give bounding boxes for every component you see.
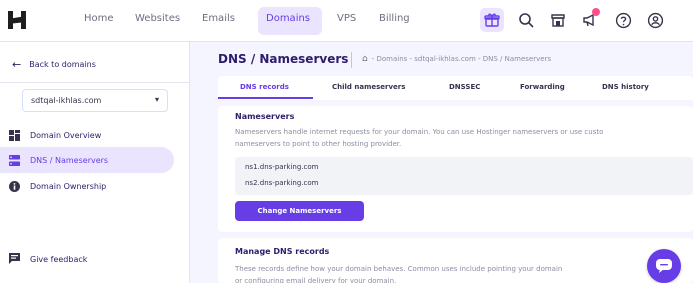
nav-vps[interactable]: VPS — [337, 13, 356, 24]
breadcrumb-text[interactable]: - Domains - sdtqal-ikhlas.com - DNS / Na… — [372, 55, 551, 63]
sidebar-item-label: Domain Overview — [30, 130, 102, 140]
manage-dns-desc-line2: or configuring email delivery for your d… — [235, 277, 397, 283]
manage-dns-desc-line1: These records define how your domain beh… — [235, 265, 563, 273]
change-nameservers-button[interactable]: Change Nameservers — [235, 201, 364, 221]
sidebar-item-domain-ownership[interactable]: Domain Ownership — [0, 173, 174, 199]
account-icon[interactable] — [645, 10, 665, 30]
domain-select-value: sdtqal-ikhlas.com — [31, 96, 102, 105]
feedback-label: Give feedback — [30, 254, 88, 264]
nav-home[interactable]: Home — [84, 13, 114, 24]
back-to-domains-link[interactable]: ← Back to domains — [12, 58, 96, 71]
sidebar-item-label: Domain Ownership — [30, 181, 107, 191]
back-label: Back to domains — [29, 60, 96, 69]
top-navigation: Home Websites Emails Domains VPS Billing — [0, 0, 693, 42]
ownership-icon — [9, 181, 20, 192]
tab-dns-records[interactable]: DNS records — [240, 83, 289, 91]
nav-emails[interactable]: Emails — [202, 13, 235, 24]
gift-icon[interactable] — [482, 10, 502, 30]
sidebar-divider — [0, 82, 190, 83]
nameservers-card: Nameservers Nameservers handle internet … — [218, 106, 693, 232]
nameserver-list: ns1.dns-parking.com ns2.dns-parking.com — [235, 157, 693, 195]
search-icon[interactable] — [516, 10, 536, 30]
chat-button[interactable] — [647, 249, 681, 283]
chevron-down-icon: ▾ — [154, 95, 159, 104]
hostinger-logo[interactable] — [8, 11, 26, 29]
breadcrumb: ⌂ - Domains - sdtqal-ikhlas.com - DNS / … — [362, 54, 551, 64]
main-content: DNS / Nameservers ⌂ - Domains - sdtqal-i… — [191, 42, 693, 283]
tab-dns-history[interactable]: DNS history — [602, 83, 649, 91]
overview-icon — [9, 130, 20, 141]
home-icon[interactable]: ⌂ — [362, 54, 368, 64]
tabs-bar: DNS records Child nameservers DNSSEC For… — [218, 76, 693, 100]
nameservers-desc-line1: Nameservers handle internet requests for… — [235, 128, 604, 136]
notification-dot — [592, 8, 600, 16]
manage-dns-title: Manage DNS records — [235, 247, 330, 256]
nameservers-title: Nameservers — [235, 112, 295, 121]
arrow-left-icon: ← — [12, 58, 22, 71]
dns-icon — [9, 155, 20, 166]
give-feedback-button[interactable]: Give feedback — [0, 247, 174, 271]
tab-forwarding[interactable]: Forwarding — [520, 83, 565, 91]
page-title: DNS / Nameservers — [218, 52, 349, 66]
nameserver-1: ns1.dns-parking.com — [245, 163, 319, 171]
sidebar-item-domain-overview[interactable]: Domain Overview — [0, 122, 174, 148]
nav-domains[interactable]: Domains — [266, 13, 310, 24]
tab-child-nameservers[interactable]: Child nameservers — [332, 83, 405, 91]
nameserver-2: ns2.dns-parking.com — [245, 179, 319, 187]
help-icon[interactable] — [613, 10, 633, 30]
tab-dnssec[interactable]: DNSSEC — [449, 83, 480, 91]
nav-billing[interactable]: Billing — [379, 13, 410, 24]
nav-websites[interactable]: Websites — [135, 13, 180, 24]
domain-select[interactable]: sdtqal-ikhlas.com ▾ — [22, 89, 168, 112]
feedback-icon — [9, 253, 20, 264]
manage-dns-card: Manage DNS records These records define … — [218, 238, 693, 283]
sidebar-item-label: DNS / Nameservers — [30, 155, 109, 165]
chat-icon — [656, 259, 672, 273]
nameservers-desc-line2: nameservers to point to other hosting pr… — [235, 140, 402, 148]
title-separator — [351, 52, 352, 68]
sidebar: ← Back to domains sdtqal-ikhlas.com ▾ Do… — [0, 42, 190, 283]
active-tab-indicator — [218, 97, 313, 99]
store-icon[interactable] — [548, 10, 568, 30]
sidebar-item-dns-nameservers[interactable]: DNS / Nameservers — [0, 147, 174, 173]
